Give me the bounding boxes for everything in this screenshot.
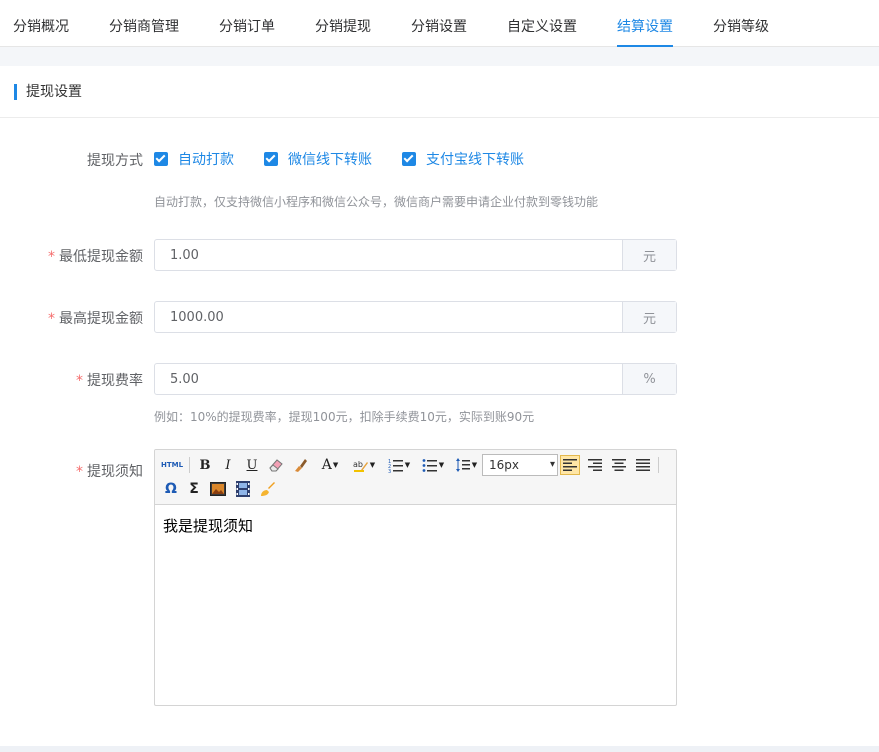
checkbox-label: 自动打款 [178, 152, 234, 168]
label-text: 最低提现金额 [59, 249, 143, 265]
editor-toolbar: HTML B I U A ▼ ab ▼ 1 2 3 ▼ ▼ ▼ 16px ▾ Ω… [155, 450, 676, 505]
header-divider-band [0, 47, 879, 66]
currency-suffix: 元 [622, 240, 676, 270]
format-brush-icon[interactable] [290, 455, 310, 475]
tab-levels[interactable]: 分销等级 [713, 0, 769, 47]
checkbox-wechat-offline[interactable]: 微信线下转账 [264, 151, 372, 168]
notice-label: * 提现须知 [76, 461, 143, 481]
label-text: 最高提现金额 [59, 311, 143, 327]
tab-bar: 分销概况 分销商管理 分销订单 分销提现 分销设置 自定义设置 结算设置 分销等… [0, 0, 879, 47]
required-mark: * [48, 311, 55, 327]
align-center-button[interactable] [609, 455, 629, 475]
tab-custom-settings[interactable]: 自定义设置 [507, 0, 577, 47]
checkbox-label: 微信线下转账 [288, 152, 372, 168]
tab-orders[interactable]: 分销订单 [219, 0, 275, 47]
tab-settlement-settings[interactable]: 结算设置 [617, 0, 673, 47]
chevron-down-icon: ▼ [369, 461, 376, 469]
currency-suffix: 元 [622, 302, 676, 332]
align-justify-button[interactable] [633, 455, 653, 475]
svg-text:ab: ab [353, 460, 363, 469]
svg-text:3: 3 [388, 469, 391, 473]
label-text: 提现费率 [87, 373, 143, 389]
checkbox-label: 支付宝线下转账 [426, 152, 524, 168]
unordered-list-button[interactable]: ▼ [418, 455, 448, 475]
paint-brush-icon[interactable] [257, 479, 277, 499]
max-amount-input[interactable] [155, 302, 622, 332]
chevron-down-icon: ▼ [438, 461, 445, 469]
section-title: 提现设置 [14, 84, 82, 100]
checkbox-checked-icon [264, 152, 278, 166]
min-amount-input[interactable] [155, 240, 622, 270]
align-right-button[interactable] [585, 455, 605, 475]
withdraw-method-hint: 自动打款，仅支持微信小程序和微信公众号，微信商户需要申请企业付款到零钱功能 [154, 195, 599, 209]
max-amount-label: * 最高提现金额 [48, 308, 143, 328]
tab-distribution-settings[interactable]: 分销设置 [411, 0, 467, 47]
min-amount-field: 元 [154, 239, 677, 271]
checkbox-checked-icon [154, 152, 168, 166]
rich-text-editor: HTML B I U A ▼ ab ▼ 1 2 3 ▼ ▼ ▼ 16px ▾ Ω… [154, 449, 677, 706]
chevron-down-icon: ▼ [332, 461, 339, 469]
footer-band [0, 746, 879, 752]
eraser-icon[interactable] [266, 455, 286, 475]
required-mark: * [76, 464, 83, 480]
ordered-list-button[interactable]: 1 2 3 ▼ [384, 455, 414, 475]
toolbar-separator [658, 457, 659, 473]
fee-rate-input[interactable] [155, 364, 622, 394]
font-color-button[interactable]: A ▼ [315, 455, 345, 475]
italic-button[interactable]: I [218, 455, 238, 475]
section-divider [0, 117, 879, 118]
html-source-button[interactable]: HTML [161, 455, 183, 475]
font-color-glyph: A [321, 457, 332, 473]
tab-withdraw[interactable]: 分销提现 [315, 0, 371, 47]
highlight-color-button[interactable]: ab ▼ [349, 455, 379, 475]
bold-button[interactable]: B [195, 455, 215, 475]
checkbox-alipay-offline[interactable]: 支付宝线下转账 [402, 151, 524, 168]
percent-suffix: % [622, 364, 676, 394]
label-text: 提现须知 [87, 464, 143, 480]
insert-image-icon[interactable] [208, 479, 228, 499]
min-amount-label: * 最低提现金额 [48, 246, 143, 266]
required-mark: * [76, 373, 83, 389]
font-size-select[interactable]: 16px [482, 454, 558, 476]
required-mark: * [48, 249, 55, 265]
fee-rate-hint: 例如：10%的提现费率，提现100元，扣除手续费10元，实际到账90元 [154, 410, 535, 424]
insert-video-icon[interactable] [233, 479, 253, 499]
underline-button[interactable]: U [242, 455, 262, 475]
editor-content[interactable]: 我是提现须知 [155, 505, 676, 546]
chevron-down-icon: ▼ [404, 461, 411, 469]
tab-overview[interactable]: 分销概况 [13, 0, 69, 47]
fee-rate-label: * 提现费率 [76, 370, 143, 390]
tab-distributor-management[interactable]: 分销商管理 [109, 0, 179, 47]
toolbar-separator [189, 457, 190, 473]
special-char-omega-icon[interactable]: Ω [161, 479, 181, 499]
line-height-button[interactable]: ▼ [452, 455, 480, 475]
fee-rate-field: % [154, 363, 677, 395]
chevron-down-icon: ▼ [471, 461, 478, 469]
max-amount-field: 元 [154, 301, 677, 333]
withdraw-method-label: 提现方式 [87, 153, 143, 169]
align-left-button[interactable] [560, 455, 580, 475]
checkbox-auto-payout[interactable]: 自动打款 [154, 151, 234, 168]
formula-sigma-icon[interactable]: Σ [184, 479, 204, 499]
checkbox-checked-icon [402, 152, 416, 166]
